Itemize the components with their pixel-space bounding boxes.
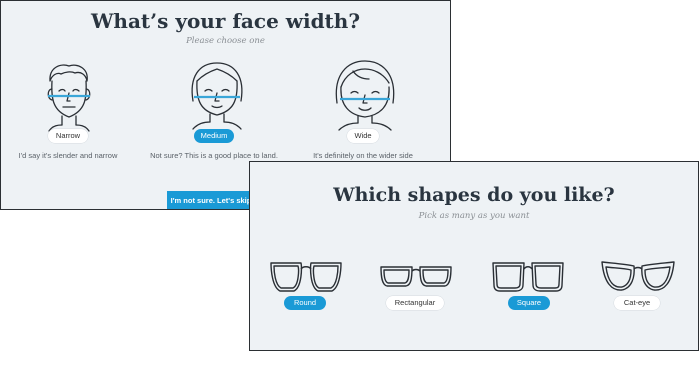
wide-caption: It's definitely on the wider side bbox=[313, 151, 413, 160]
shapes-panel: Which shapes do you like? Pick as many a… bbox=[249, 161, 699, 351]
face-width-subtitle: Please choose one bbox=[186, 36, 265, 46]
narrow-caption: I'd say it's slender and narrow bbox=[18, 151, 118, 160]
medium-caption: Not sure? This is a good place to land. bbox=[150, 151, 278, 160]
square-option-button[interactable]: Square bbox=[508, 296, 550, 310]
round-option-button[interactable]: Round bbox=[284, 296, 326, 310]
narrow-face-icon[interactable] bbox=[31, 59, 107, 135]
medium-face-icon[interactable] bbox=[179, 57, 255, 133]
medium-option-button[interactable]: Medium bbox=[194, 129, 234, 143]
narrow-option-button[interactable]: Narrow bbox=[48, 129, 88, 143]
rectangular-option-button[interactable]: Rectangular bbox=[386, 296, 444, 310]
round-glasses-icon[interactable] bbox=[268, 257, 344, 297]
skip-button[interactable]: I'm not sure. Let's skip it. bbox=[167, 191, 255, 209]
wide-face-icon[interactable] bbox=[327, 57, 403, 133]
rectangular-glasses-icon[interactable] bbox=[378, 257, 454, 297]
cat-eye-glasses-icon[interactable] bbox=[600, 257, 676, 297]
wide-option-button[interactable]: Wide bbox=[347, 129, 379, 143]
shapes-subtitle: Pick as many as you want bbox=[418, 211, 530, 221]
cat-eye-option-button[interactable]: Cat-eye bbox=[614, 296, 660, 310]
square-glasses-icon[interactable] bbox=[490, 257, 566, 297]
face-width-title: What’s your face width? bbox=[90, 9, 361, 33]
shapes-title: Which shapes do you like? bbox=[333, 184, 615, 206]
